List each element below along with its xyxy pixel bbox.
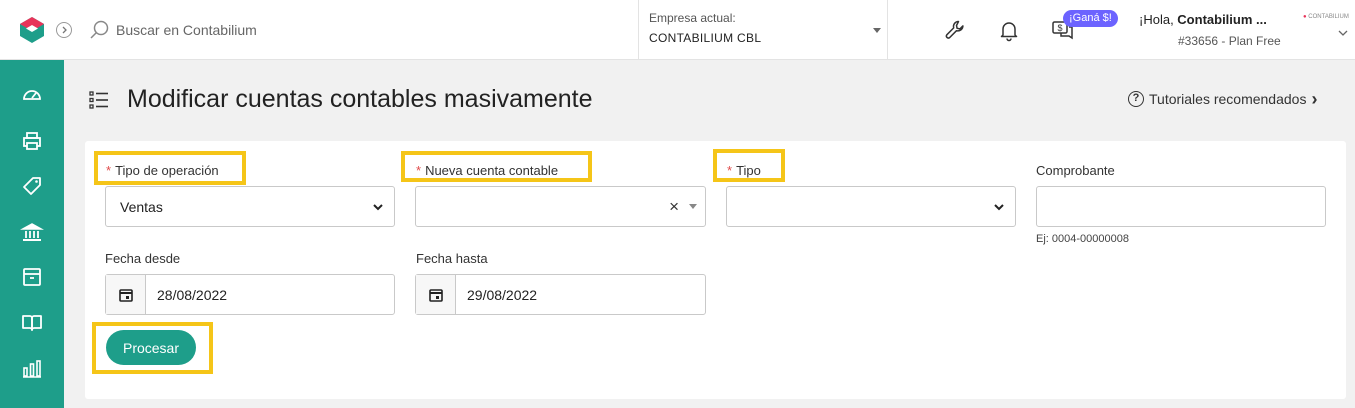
tipo-operacion-label: * Tipo de operación (106, 163, 219, 178)
printer-icon[interactable] (20, 129, 44, 153)
fecha-desde-value: 28/08/2022 (157, 286, 228, 303)
bell-icon[interactable] (997, 18, 1021, 42)
tipo-label: * Tipo (727, 163, 761, 178)
fecha-hasta-label: Fecha hasta (416, 251, 488, 266)
fecha-desde-label: Fecha desde (105, 251, 181, 266)
account-info: #33656 - Plan Free (1178, 34, 1281, 48)
chevron-right-icon: › (1311, 89, 1318, 109)
fecha-hasta-input[interactable]: 29/08/2022 (415, 274, 706, 315)
mini-brand-text: CONTABILIUM (1308, 14, 1349, 20)
nueva-cuenta-text: Nueva cuenta contable (425, 163, 559, 178)
calendar-icon[interactable] (416, 275, 456, 314)
tutorials-link[interactable]: ? Tutoriales recomendados › (1128, 89, 1318, 109)
sidebar (0, 60, 64, 408)
bank-icon[interactable] (20, 220, 44, 244)
tutorials-label: Tutoriales recomendados (1149, 91, 1307, 107)
sidebar-toggle-button[interactable] (56, 22, 72, 38)
svg-text:$: $ (1057, 23, 1062, 33)
required-mark: * (106, 163, 112, 178)
box-icon[interactable] (20, 265, 44, 289)
app-logo-icon[interactable] (18, 16, 46, 44)
company-selector[interactable]: Empresa actual: CONTABILIUM CBL (638, 0, 888, 60)
nueva-cuenta-label: * Nueva cuenta contable (416, 163, 558, 178)
clear-icon[interactable]: × (669, 197, 679, 217)
help-circle-icon: ? (1128, 91, 1144, 107)
top-bar: Empresa actual: CONTABILIUM CBL $ ¡Ganá … (0, 0, 1355, 60)
bar-chart-icon[interactable] (20, 357, 44, 381)
tag-icon[interactable] (20, 174, 44, 198)
nueva-cuenta-select[interactable]: × (415, 186, 706, 227)
procesar-button[interactable]: Procesar (106, 330, 196, 365)
mini-brand-logo: ● CONTABILIUM (1303, 14, 1349, 20)
list-icon (89, 91, 108, 109)
search-icon (90, 20, 109, 39)
chevron-down-icon (994, 204, 1004, 211)
referral-badge[interactable]: ¡Ganá $! (1063, 10, 1118, 27)
comprobante-hint: Ej: 0004-00000008 (1036, 233, 1129, 245)
caret-down-icon[interactable] (689, 204, 697, 209)
wrench-icon[interactable] (943, 18, 967, 42)
comprobante-label: Comprobante (1036, 163, 1115, 178)
fecha-desde-input[interactable]: 28/08/2022 (105, 274, 395, 315)
user-name: Contabilium ... (1177, 12, 1267, 27)
tipo-text: Tipo (736, 163, 761, 178)
chevron-down-icon (373, 204, 383, 211)
tipo-operacion-text: Tipo de operación (115, 163, 219, 178)
greeting-prefix: ¡Hola, (1139, 12, 1178, 27)
fecha-hasta-value: 29/08/2022 (467, 286, 538, 303)
tipo-operacion-select[interactable]: Ventas (105, 186, 395, 227)
caret-down-icon (873, 28, 881, 33)
required-mark: * (727, 163, 733, 178)
dashboard-icon[interactable] (20, 82, 44, 106)
tipo-select[interactable] (726, 186, 1016, 227)
chevron-down-icon[interactable] (1338, 28, 1348, 38)
page-title: Modificar cuentas contables masivamente (127, 85, 593, 113)
book-icon[interactable] (20, 311, 44, 335)
calendar-icon[interactable] (106, 275, 146, 314)
company-name: CONTABILIUM CBL (649, 31, 762, 45)
chevron-right-icon (62, 26, 67, 34)
comprobante-input[interactable] (1036, 186, 1326, 227)
tipo-operacion-value: Ventas (120, 198, 163, 215)
user-greeting[interactable]: ¡Hola, Contabilium ... (1139, 12, 1267, 27)
required-mark: * (416, 163, 422, 178)
company-label: Empresa actual: (649, 11, 736, 25)
search-input[interactable] (116, 18, 616, 42)
